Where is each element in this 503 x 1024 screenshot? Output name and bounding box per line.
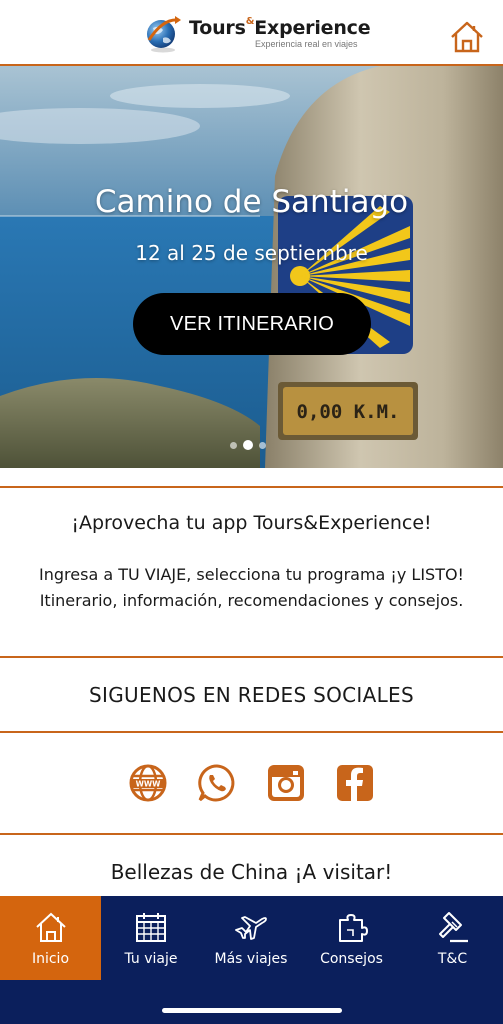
whatsapp-icon[interactable] bbox=[197, 763, 237, 803]
nav-label: Consejos bbox=[320, 951, 383, 967]
nav-item-consejos[interactable]: Consejos bbox=[301, 896, 402, 980]
nav-item-tyc[interactable]: T&C bbox=[402, 896, 503, 980]
instagram-icon[interactable] bbox=[266, 763, 306, 803]
milestone-label: 0,00 K.M. bbox=[297, 401, 400, 423]
brand-tagline: Experiencia real en viajes bbox=[255, 39, 358, 49]
bottom-navigation: Inicio Tu viaje Más viajes Consejos T&C bbox=[0, 896, 503, 1024]
promo-body: Ingresa a TU VIAJE, selecciona tu progra… bbox=[39, 565, 464, 610]
brand-logo[interactable]: Tours&Experience Experiencia real en via… bbox=[143, 10, 371, 58]
globe-logo-icon bbox=[147, 16, 181, 53]
hero-dates: 12 al 25 de septiembre bbox=[135, 241, 368, 265]
www-globe-icon[interactable]: WWW bbox=[128, 763, 168, 803]
hero-title: Camino de Santiago bbox=[94, 184, 409, 220]
nav-label: Inicio bbox=[31, 951, 70, 967]
home-icon bbox=[35, 912, 66, 942]
promo-title: ¡Aprovecha tu app Tours&Experience! bbox=[71, 512, 432, 534]
carousel-dot[interactable] bbox=[230, 441, 237, 449]
nav-item-tu-viaje[interactable]: Tu viaje bbox=[101, 896, 201, 980]
facebook-icon[interactable] bbox=[335, 763, 375, 803]
nav-label: Más viajes bbox=[214, 951, 288, 967]
section-divider bbox=[0, 731, 503, 733]
puzzle-icon bbox=[338, 914, 368, 942]
social-section-title: SIGUENOS EN REDES SOCIALES bbox=[89, 683, 414, 707]
featured-trip-title[interactable]: Bellezas de China ¡A visitar! bbox=[0, 860, 503, 884]
nav-label: Tu viaje bbox=[124, 951, 178, 967]
section-divider bbox=[0, 656, 503, 658]
section-divider bbox=[0, 486, 503, 488]
nav-item-inicio[interactable]: Inicio bbox=[0, 896, 101, 980]
svg-text:WWW: WWW bbox=[136, 780, 162, 789]
hero-carousel[interactable]: 0,00 K.M. Camino de Santiago 12 al 25 de… bbox=[0, 66, 503, 468]
calendar-icon bbox=[136, 913, 166, 942]
section-divider bbox=[0, 833, 503, 835]
home-icon[interactable] bbox=[449, 20, 485, 54]
nav-item-mas-viajes[interactable]: Más viajes bbox=[201, 896, 301, 980]
airplane-icon bbox=[235, 916, 267, 940]
social-links: WWW bbox=[128, 763, 376, 805]
gavel-icon bbox=[438, 912, 468, 943]
app-header: Tours&Experience Experiencia real en via… bbox=[0, 0, 503, 66]
nav-label: T&C bbox=[437, 951, 468, 967]
brand-name: Tours&Experience bbox=[189, 16, 371, 39]
home-indicator-bar[interactable] bbox=[162, 1008, 342, 1013]
camino-milestone-photo: 0,00 K.M. bbox=[0, 66, 503, 468]
carousel-dot-active[interactable] bbox=[243, 440, 253, 450]
carousel-dot[interactable] bbox=[259, 441, 266, 449]
view-itinerary-button[interactable]: VER ITINERARIO bbox=[133, 293, 371, 355]
carousel-indicator[interactable] bbox=[230, 440, 266, 450]
